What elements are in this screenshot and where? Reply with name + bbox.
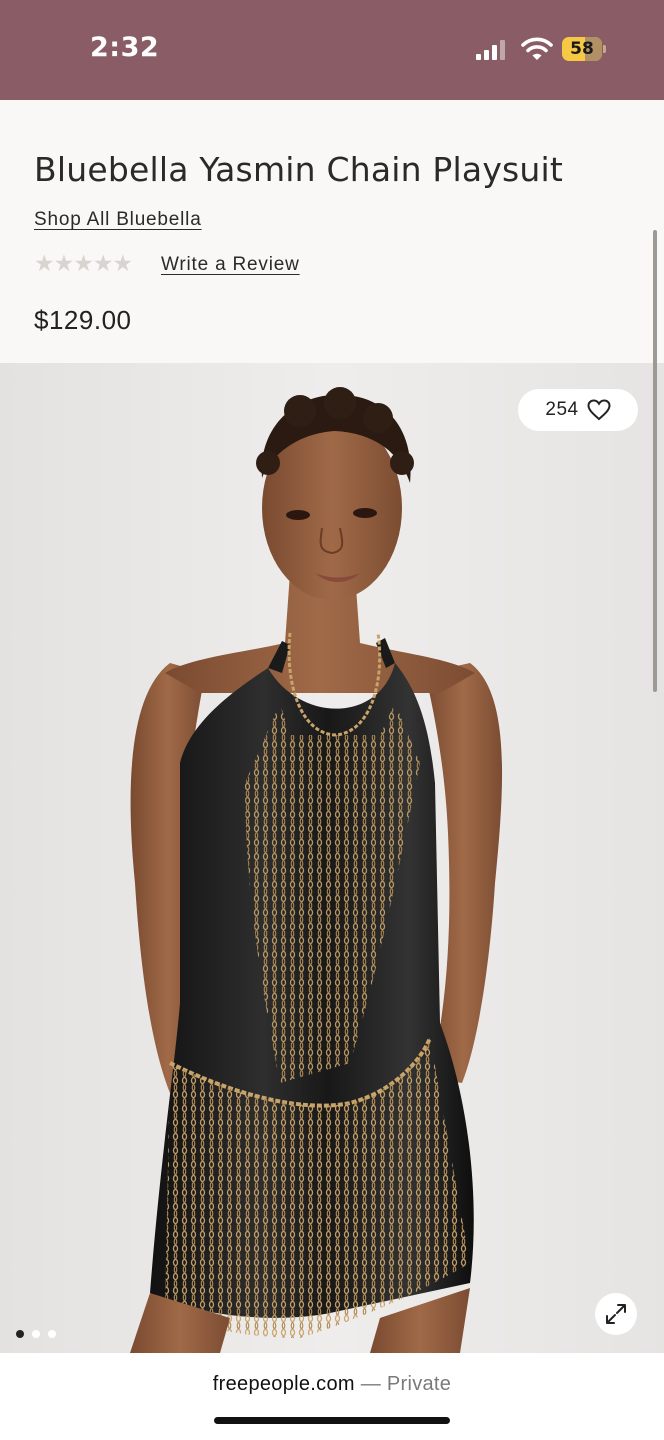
product-image-gallery[interactable]: 254: [0, 363, 664, 1353]
product-photo[interactable]: [0, 363, 664, 1353]
private-mode-label: — Private: [360, 1373, 452, 1395]
product-info: Bluebella Yasmin Chain Playsuit Shop All…: [0, 100, 664, 363]
like-button[interactable]: 254: [518, 389, 638, 431]
gallery-pagination[interactable]: [16, 1330, 56, 1338]
product-title: Bluebella Yasmin Chain Playsuit: [34, 150, 564, 189]
expand-arrows-icon: [606, 1304, 626, 1324]
home-indicator[interactable]: [214, 1417, 450, 1424]
like-count: 254: [545, 399, 579, 420]
gallery-dot[interactable]: [32, 1330, 40, 1338]
url-display[interactable]: freepeople.com — Private: [0, 1373, 664, 1396]
battery-icon: 58: [562, 37, 606, 61]
write-review-link[interactable]: Write a Review: [161, 254, 300, 276]
cellular-signal-icon: [476, 40, 508, 60]
battery-percentage: 58: [570, 39, 594, 59]
browser-address-bar[interactable]: freepeople.com — Private: [0, 1353, 664, 1440]
gallery-dot[interactable]: [48, 1330, 56, 1338]
status-time: 2:32: [90, 32, 160, 63]
shop-all-brand-link[interactable]: Shop All Bluebella: [34, 209, 202, 231]
product-price: $129.00: [34, 305, 132, 335]
rating-stars[interactable]: ★★★★★: [34, 250, 133, 277]
url-domain: freepeople.com: [212, 1373, 355, 1395]
page-scrollbar[interactable]: [653, 230, 657, 692]
wifi-icon: [521, 37, 553, 60]
expand-image-button[interactable]: [595, 1293, 637, 1335]
heart-outline-icon: [587, 399, 611, 421]
status-bar: 2:32 58: [0, 0, 664, 100]
gallery-dot[interactable]: [16, 1330, 24, 1338]
